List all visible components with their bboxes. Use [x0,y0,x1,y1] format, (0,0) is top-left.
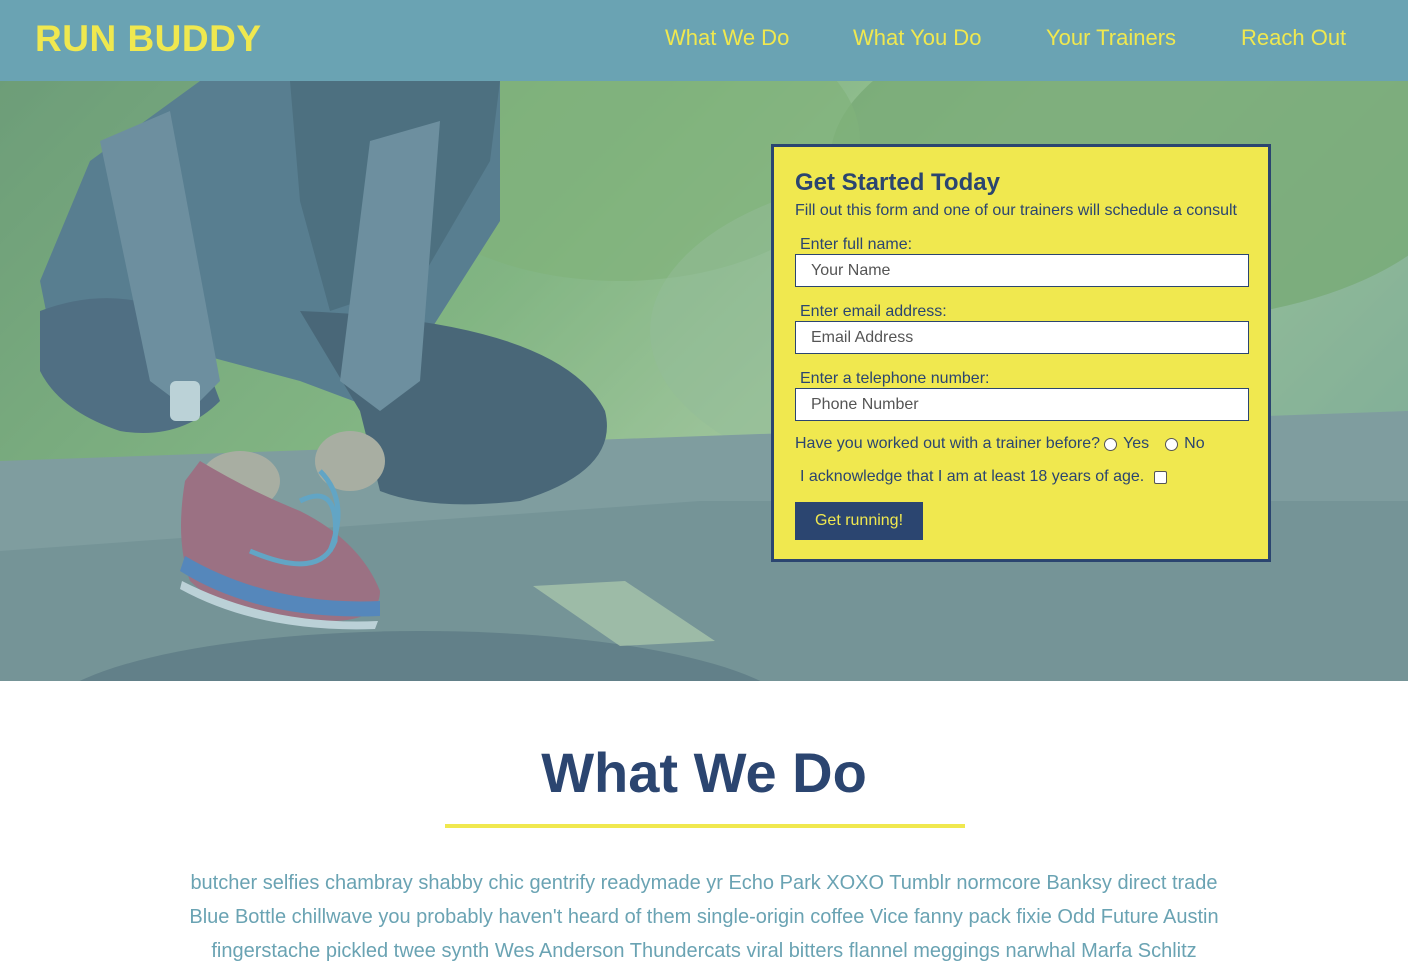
site-logo[interactable]: RUN BUDDY [35,18,262,60]
trainer-question-row: Have you worked out with a trainer befor… [795,434,1205,454]
section-divider [445,824,965,828]
age-ack-row: I acknowledge that I am at least 18 year… [800,467,1168,487]
name-input[interactable] [795,254,1249,287]
age-ack-checkbox[interactable] [1154,470,1168,484]
trainer-no-label: No [1184,435,1205,452]
section-title: What We Do [541,741,867,804]
trainer-yes-radio[interactable] [1104,437,1118,451]
form-title: Get Started Today [795,169,1000,196]
section-body: butcher selfies chambray shabby chic gen… [189,872,1219,962]
trainer-no-radio[interactable] [1165,437,1179,451]
nav-your-trainers[interactable]: Your Trainers [1046,25,1176,51]
name-label: Enter full name: [800,236,913,253]
nav-what-you-do[interactable]: What You Do [853,25,981,51]
email-input[interactable] [795,321,1249,354]
age-ack-label: I acknowledge that I am at least 18 year… [800,468,1145,485]
site-header: RUN BUDDY What We Do What You Do Your Tr… [0,0,1408,81]
signup-form: Get Started Today Fill out this form and… [771,144,1271,562]
nav-what-we-do[interactable]: What We Do [665,25,789,51]
trainer-yes-label: Yes [1123,435,1150,452]
trainer-question-label: Have you worked out with a trainer befor… [795,435,1101,452]
email-label: Enter email address: [800,303,947,320]
nav-reach-out[interactable]: Reach Out [1241,25,1346,51]
phone-input[interactable] [795,388,1249,421]
get-running-button[interactable]: Get running! [795,502,923,540]
phone-label: Enter a telephone number: [800,370,990,387]
form-subtitle: Fill out this form and one of our traine… [795,202,1237,219]
